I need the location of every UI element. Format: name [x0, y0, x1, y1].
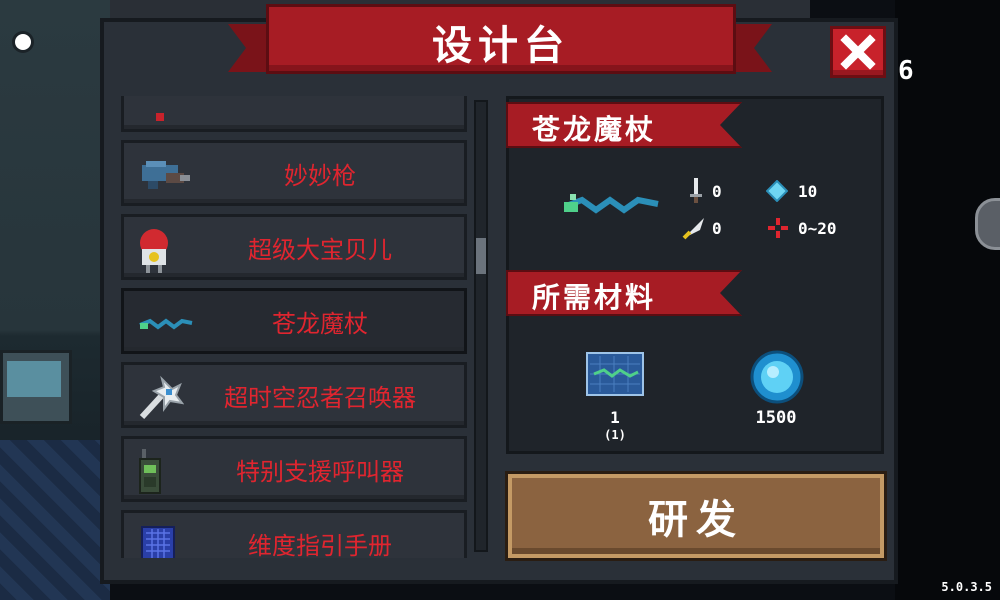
- scrollbar-thumb[interactable]: [476, 238, 486, 274]
- background-floor: [0, 440, 110, 600]
- manual-icon: [136, 521, 184, 558]
- damage-sword-icon: [690, 178, 702, 203]
- counter-text: 6: [898, 56, 914, 86]
- list-item-label: 维度指引手册: [248, 531, 392, 559]
- list-item[interactable]: 超时空忍者召唤器: [121, 362, 467, 428]
- list-item[interactable]: 维度指引手册: [121, 510, 467, 558]
- background-dark: [895, 0, 1000, 600]
- walkie-talkie-icon: [136, 447, 184, 494]
- material-amount: 1: [610, 408, 620, 427]
- spread-value: 0~20: [798, 219, 837, 238]
- dragon-staff-icon: [136, 299, 193, 345]
- title-banner: 设计台: [266, 4, 736, 74]
- background-console: [0, 350, 72, 424]
- close-icon: [840, 34, 876, 70]
- blueprint-icon: [586, 352, 644, 396]
- close-button[interactable]: [830, 26, 886, 78]
- list-item[interactable]: [121, 96, 467, 132]
- energy-diamond-icon: [766, 180, 788, 202]
- partial-item-icon: [136, 96, 184, 123]
- material-amount: 1500: [755, 408, 797, 428]
- list-item-label: 超时空忍者召唤器: [224, 383, 416, 412]
- research-button-label: 研发: [648, 497, 744, 543]
- penguin-icon[interactable]: [975, 198, 1000, 250]
- bomb-robot-icon: [136, 225, 184, 273]
- list-item-label: [184, 96, 456, 129]
- list-item[interactable]: 超级大宝贝儿: [121, 214, 467, 280]
- version-text: 5.0.3.5: [941, 580, 992, 594]
- blueprint-list[interactable]: 妙妙枪 超级大宝贝儿 苍龙魔杖 超时空忍者召唤器 特别支援呼叫器 维度指引手册: [117, 96, 475, 558]
- gem-icon: [750, 350, 804, 404]
- item-name: 苍龙魔杖: [532, 113, 657, 146]
- crit-knife-icon: [682, 218, 704, 240]
- materials-ribbon: 所需材料: [506, 270, 742, 316]
- list-item[interactable]: 特别支援呼叫器: [121, 436, 467, 502]
- item-name-ribbon: 苍龙魔杖: [506, 102, 742, 148]
- page-title: 设计台: [432, 23, 570, 69]
- list-item-label: 超级大宝贝儿: [248, 235, 392, 264]
- list-item-label: 苍龙魔杖: [272, 309, 368, 338]
- research-button[interactable]: 研发: [508, 474, 884, 558]
- list-item[interactable]: 苍龙魔杖: [121, 288, 467, 354]
- list-scrollbar[interactable]: [474, 100, 488, 552]
- materials-title: 所需材料: [532, 281, 657, 314]
- gun-icon: [136, 151, 190, 197]
- indicator-dot-icon: [15, 34, 31, 50]
- list-item-label: 特别支援呼叫器: [236, 457, 404, 486]
- damage-value: 0: [712, 182, 722, 201]
- dragon-staff-large-icon: [564, 194, 659, 214]
- summoner-staff-icon: [136, 373, 185, 420]
- spread-crosshair-icon: [768, 218, 788, 238]
- energy-value: 10: [798, 182, 818, 201]
- material-owned: (1): [604, 428, 626, 442]
- crit-value: 0: [712, 219, 722, 238]
- list-item[interactable]: 妙妙枪: [121, 140, 467, 206]
- list-item-label: 妙妙枪: [284, 161, 356, 190]
